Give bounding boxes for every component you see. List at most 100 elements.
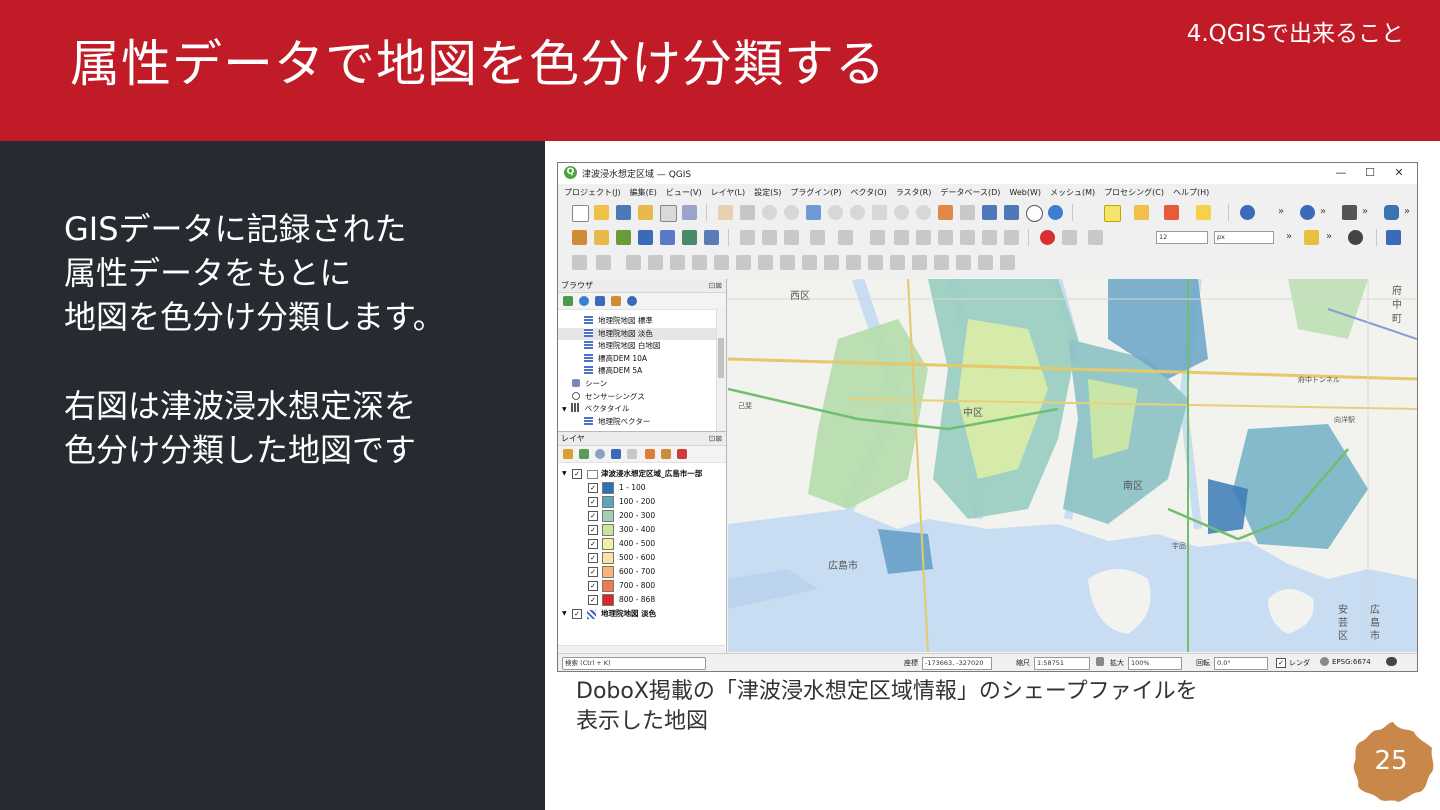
toggle-editing-icon[interactable] [762,230,777,245]
edit-pencil-icon[interactable] [740,230,755,245]
new-virtual-layer-icon[interactable] [660,230,675,245]
magnifier-field[interactable]: 100% [1128,657,1182,670]
offset-curve-icon[interactable] [802,255,817,270]
expand-arrow-icon[interactable]: ▼ [562,467,567,481]
split-parts-icon[interactable] [890,255,905,270]
plugin-icon[interactable] [1342,205,1357,220]
menu-view[interactable]: ビュー(V) [666,187,702,198]
globe-icon[interactable] [1348,230,1363,245]
add-group-icon[interactable] [579,449,589,459]
merge-features-icon[interactable] [912,255,927,270]
map-canvas[interactable]: 西区 府中町 中区 南区 広島市 安芸区 広島市 府中トンネル 向洋駅 己斐 宇… [728,279,1417,652]
style-icon[interactable] [563,449,573,459]
text-format-icon[interactable] [1088,230,1103,245]
close-button[interactable]: ✕ [1386,165,1412,181]
cloud-icon[interactable] [1300,205,1315,220]
save-project-icon[interactable] [616,205,631,220]
locator-search-input[interactable]: 検索 (Ctrl + K) [562,657,706,670]
zoom-in-icon[interactable] [762,205,777,220]
legend-class-row[interactable]: ✓ 700 - 800 [558,579,726,593]
layer-row-tsunami[interactable]: ▼ ✓ 津波浸水想定区域_広島市一部 [558,467,726,481]
rotate-symbols-icon[interactable] [956,255,971,270]
legend-class-row[interactable]: ✓ 500 - 600 [558,551,726,565]
menu-processing[interactable]: プロセシング(C) [1104,187,1164,198]
redo-icon[interactable] [1004,230,1019,245]
browser-item[interactable]: 地理院ベクター [558,415,726,429]
more-tools-icon[interactable]: » [1326,231,1332,242]
new-print-layout-icon[interactable] [638,205,653,220]
filter-legend-icon[interactable] [611,449,621,459]
browser-item[interactable]: 標高DEM 5A [558,365,726,378]
add-part-icon[interactable] [692,255,707,270]
legend-class-row[interactable]: ✓ 800 - 868 [558,593,726,607]
delete-ring-icon[interactable] [736,255,751,270]
menu-vector[interactable]: ベクタ(O) [851,187,887,198]
menu-help[interactable]: ヘルプ(H) [1173,187,1209,198]
panel-float-close-icon[interactable]: ⊡⊠ [709,279,722,292]
zoom-layer-icon[interactable] [850,205,865,220]
more-tools-icon[interactable]: » [1278,206,1284,217]
style-manager-icon[interactable] [682,205,697,220]
class-checkbox[interactable]: ✓ [588,511,598,521]
fill-ring-icon[interactable] [714,255,729,270]
browser-item[interactable]: 地理院地図 白地図 [558,340,726,353]
undo-icon[interactable] [982,230,997,245]
new-spatialite-icon[interactable] [638,230,653,245]
layer-visibility-checkbox[interactable]: ✓ [572,469,582,479]
new-shapefile-icon[interactable] [616,230,631,245]
more-tools-icon[interactable]: » [1286,231,1292,242]
layer-visibility-checkbox[interactable]: ✓ [572,609,582,619]
clock-icon[interactable] [1026,205,1043,222]
copy-features-icon[interactable] [938,230,953,245]
panel-float-close-icon[interactable]: ⊡⊠ [709,432,722,445]
modify-attributes-icon[interactable] [870,230,885,245]
layout-manager-icon[interactable] [660,205,677,222]
messages-icon[interactable] [1386,657,1397,666]
more-tools-icon[interactable]: » [1362,206,1368,217]
add-raster-icon[interactable] [682,230,697,245]
font-size-input[interactable]: 12 [1156,231,1208,244]
shape-tool-icon[interactable] [596,255,611,270]
zoom-selection-icon[interactable] [828,205,843,220]
menu-settings[interactable]: 設定(S) [754,187,781,198]
browser-scrollbar[interactable] [716,308,726,431]
label-tool-icon[interactable] [1062,230,1077,245]
remove-layer-icon[interactable] [677,449,687,459]
menu-database[interactable]: データベース(D) [940,187,1000,198]
menu-plugins[interactable]: プラグイン(P) [790,187,841,198]
new-map-view-icon[interactable] [938,205,953,220]
class-checkbox[interactable]: ✓ [588,483,598,493]
bookmark-icon[interactable] [982,205,997,220]
more-tools-icon[interactable]: » [1404,206,1410,217]
zoom-last-icon[interactable] [894,205,909,220]
menu-project[interactable]: プロジェクト(J) [564,187,621,198]
open-project-icon[interactable] [594,205,609,220]
visibility-icon[interactable] [595,449,605,459]
class-checkbox[interactable]: ✓ [588,581,598,591]
expand-arrow-icon[interactable]: ▼ [562,406,567,413]
temporal-controller-icon[interactable] [960,205,975,220]
rotate-feature-icon[interactable] [626,255,641,270]
scale-field[interactable]: 1:58751 [1034,657,1090,670]
add-ring-icon[interactable] [670,255,685,270]
crs-globe-icon[interactable] [1320,657,1329,666]
add-mesh-icon[interactable] [704,230,719,245]
help-icon[interactable] [1386,230,1401,245]
class-checkbox[interactable]: ✓ [588,595,598,605]
menu-mesh[interactable]: メッシュ(M) [1050,187,1095,198]
paste-features-icon[interactable] [960,230,975,245]
zoom-full-icon[interactable] [806,205,821,220]
simplify-feature-icon[interactable] [648,255,663,270]
legend-class-row[interactable]: ✓ 400 - 500 [558,537,726,551]
show-bookmarks-icon[interactable] [1004,205,1019,220]
browser-item[interactable]: 標高DEM 10A [558,352,726,366]
render-checkbox[interactable]: ✓ [1276,658,1286,668]
legend-class-row[interactable]: ✓ 300 - 400 [558,523,726,537]
expand-all-icon[interactable] [645,449,655,459]
layer-row-basemap[interactable]: ▼ ✓ 地理院地図 淡色 [558,607,726,621]
browser-item[interactable]: シーン [558,378,726,391]
label-pin-icon[interactable] [1304,230,1319,245]
cut-features-icon[interactable] [916,230,931,245]
curve-tool-icon[interactable] [1000,255,1015,270]
merge-attributes-icon[interactable] [934,255,949,270]
